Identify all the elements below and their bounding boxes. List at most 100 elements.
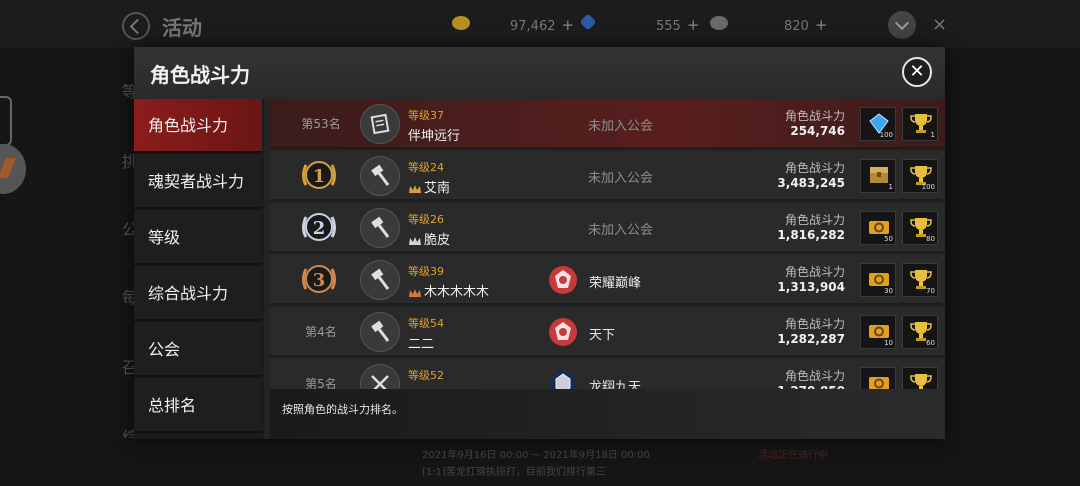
diamond-amount: 820 + [784,16,828,34]
add-gem-button[interactable]: + [687,16,700,34]
player-name: 脆皮 [424,233,451,248]
weapon-class-icon[interactable] [360,312,400,352]
diamond-icon [710,16,728,30]
reward-count: 50 [884,235,893,243]
weapon-class-icon[interactable] [360,156,400,196]
my-ranking-row[interactable]: 第53名 等级37 伴坤远行 未加入公会 角色战斗力 254,746 100 1 [270,99,945,149]
ranking-row[interactable]: 3 等级39 木木木木木 荣耀巅峰 角色战斗力 1,313,904 30 70 [270,255,945,305]
trophy-icon[interactable] [902,367,938,389]
crown-icon [409,184,421,193]
guild-name: 天下 [589,328,616,343]
trophy-icon[interactable]: 1 [902,107,938,141]
trophy-icon[interactable]: 70 [902,263,938,297]
side-avatar-icon[interactable] [0,144,26,194]
player-level: 等级37 [408,109,444,122]
ranking-row[interactable]: 第5名等级52君泰天龙翔九天角色战斗力1,270,850 [270,359,945,389]
guild-emblem-icon [548,317,578,347]
guild-name: 龙翔九天 [589,380,642,389]
tab-character-power[interactable]: 角色战斗力 [134,99,262,153]
player-level: 等级39 [408,265,444,278]
player-level: 等级54 [408,317,444,330]
player-name: 木木木木木 [424,285,490,300]
tab-soul-contract-power[interactable]: 魂契者战斗力 [134,155,262,209]
event-description-text: [1:1]苦龙扛锦执掠打，目前我们排行第三 [422,467,606,478]
guild-emblem-icon [548,265,578,295]
player-name-group: 脆皮 [408,229,450,248]
power-label: 角色战斗力 [784,161,845,175]
power-value: 1,282,287 [777,332,845,346]
power-label: 角色战斗力 [784,213,845,227]
chevron-down-icon[interactable] [888,11,916,39]
ranking-list[interactable]: 第53名 等级37 伴坤远行 未加入公会 角色战斗力 254,746 100 1 1 等级24 艾南… [270,99,945,389]
reward-count: 70 [926,287,935,295]
ranking-category-sidebar: 角色战斗力 魂契者战斗力 等级 综合战斗力 公会 总排名 [134,99,264,439]
rank-medal-icon: 3 [298,259,340,301]
background-bottom-panel: 2021年9月16日 00:00 ~ 2021年9月18日 00:00 [1:1… [0,438,1080,486]
add-gold-button[interactable]: + [562,16,575,34]
guild-name: 荣耀巅峰 [589,276,642,291]
ticket-icon[interactable]: 50 [860,211,896,245]
power-label: 角色战斗力 [784,369,845,383]
rank-position: 第5名 [305,377,337,389]
player-name-group: 木木木木木 [408,281,489,300]
rank-medal-icon: 1 [298,155,340,197]
ranking-description: 按照角色的战斗力排名。 [282,403,403,416]
rank-position: 第53名 [301,117,341,131]
guild-status: 未加入公会 [588,223,654,238]
power-value: 1,313,904 [777,280,845,294]
medal-number: 2 [313,218,326,239]
ranking-row[interactable]: 1 等级24 艾南 未加入公会 角色战斗力 3,483,245 1 100 [270,151,945,201]
tab-total-ranking[interactable]: 总排名 [134,379,262,433]
power-label: 角色战斗力 [784,265,845,279]
ranking-row[interactable]: 第4名 等级54 二二 天下 角色战斗力 1,282,287 10 60 [270,307,945,357]
medal-number: 1 [313,166,326,187]
close-button[interactable]: ✕ [902,57,932,87]
background-page-title: 活动 [162,16,202,40]
player-level: 等级26 [408,213,444,226]
reward-count: 100 [921,183,935,191]
weapon-class-icon[interactable] [360,364,400,389]
player-level: 等级24 [408,161,444,174]
trophy-icon[interactable]: 80 [902,211,938,245]
diamond-reward-icon[interactable]: 100 [860,107,896,141]
background-close-icon[interactable]: × [932,14,947,35]
ticket-icon[interactable]: 30 [860,263,896,297]
weapon-class-icon[interactable] [360,260,400,300]
player-name: 二二 [408,337,435,352]
reward-count: 100 [879,131,893,139]
crown-icon [409,236,421,245]
power-value: 3,483,245 [777,176,845,190]
treasure-chest-icon[interactable]: 1 [860,159,896,193]
power-value: 1,816,282 [777,228,845,242]
rank-medal-icon: 2 [298,207,340,249]
ranking-description-bar: 按照角色的战斗力排名。 [270,389,945,439]
power-label: 角色战斗力 [784,109,845,123]
reward-count: 80 [926,235,935,243]
gold-amount: 97,462 + [510,16,575,34]
back-arrow-icon[interactable] [122,12,150,40]
tab-guild[interactable]: 公会 [134,323,262,377]
weapon-class-icon[interactable] [360,104,400,144]
event-period-text: 2021年9月16日 00:00 ~ 2021年9月18日 00:00 [422,450,650,461]
tab-overall-power[interactable]: 综合战斗力 [134,267,262,321]
ranking-row[interactable]: 2 等级26 脆皮 未加入公会 角色战斗力 1,816,282 50 80 [270,203,945,253]
guild-status: 未加入公会 [588,171,654,186]
modal-header: 角色战斗力 ✕ [134,47,945,99]
side-panel-edge [0,96,12,146]
reward-count: 10 [884,339,893,347]
player-name-group: 伴坤远行 [408,125,460,144]
power-value: 254,746 [790,124,845,138]
trophy-icon[interactable]: 60 [902,315,938,349]
weapon-class-icon[interactable] [360,208,400,248]
reward-count: 30 [884,287,893,295]
tab-level[interactable]: 等级 [134,211,262,265]
rank-position: 第4名 [305,325,337,339]
player-name-group: 二二 [408,333,434,352]
ticket-icon[interactable] [860,367,896,389]
ticket-icon[interactable]: 10 [860,315,896,349]
trophy-icon[interactable]: 100 [902,159,938,193]
player-level: 等级52 [408,369,444,382]
player-name: 伴坤远行 [408,129,461,144]
add-diamond-button[interactable]: + [815,16,828,34]
guild-status: 未加入公会 [588,119,654,134]
